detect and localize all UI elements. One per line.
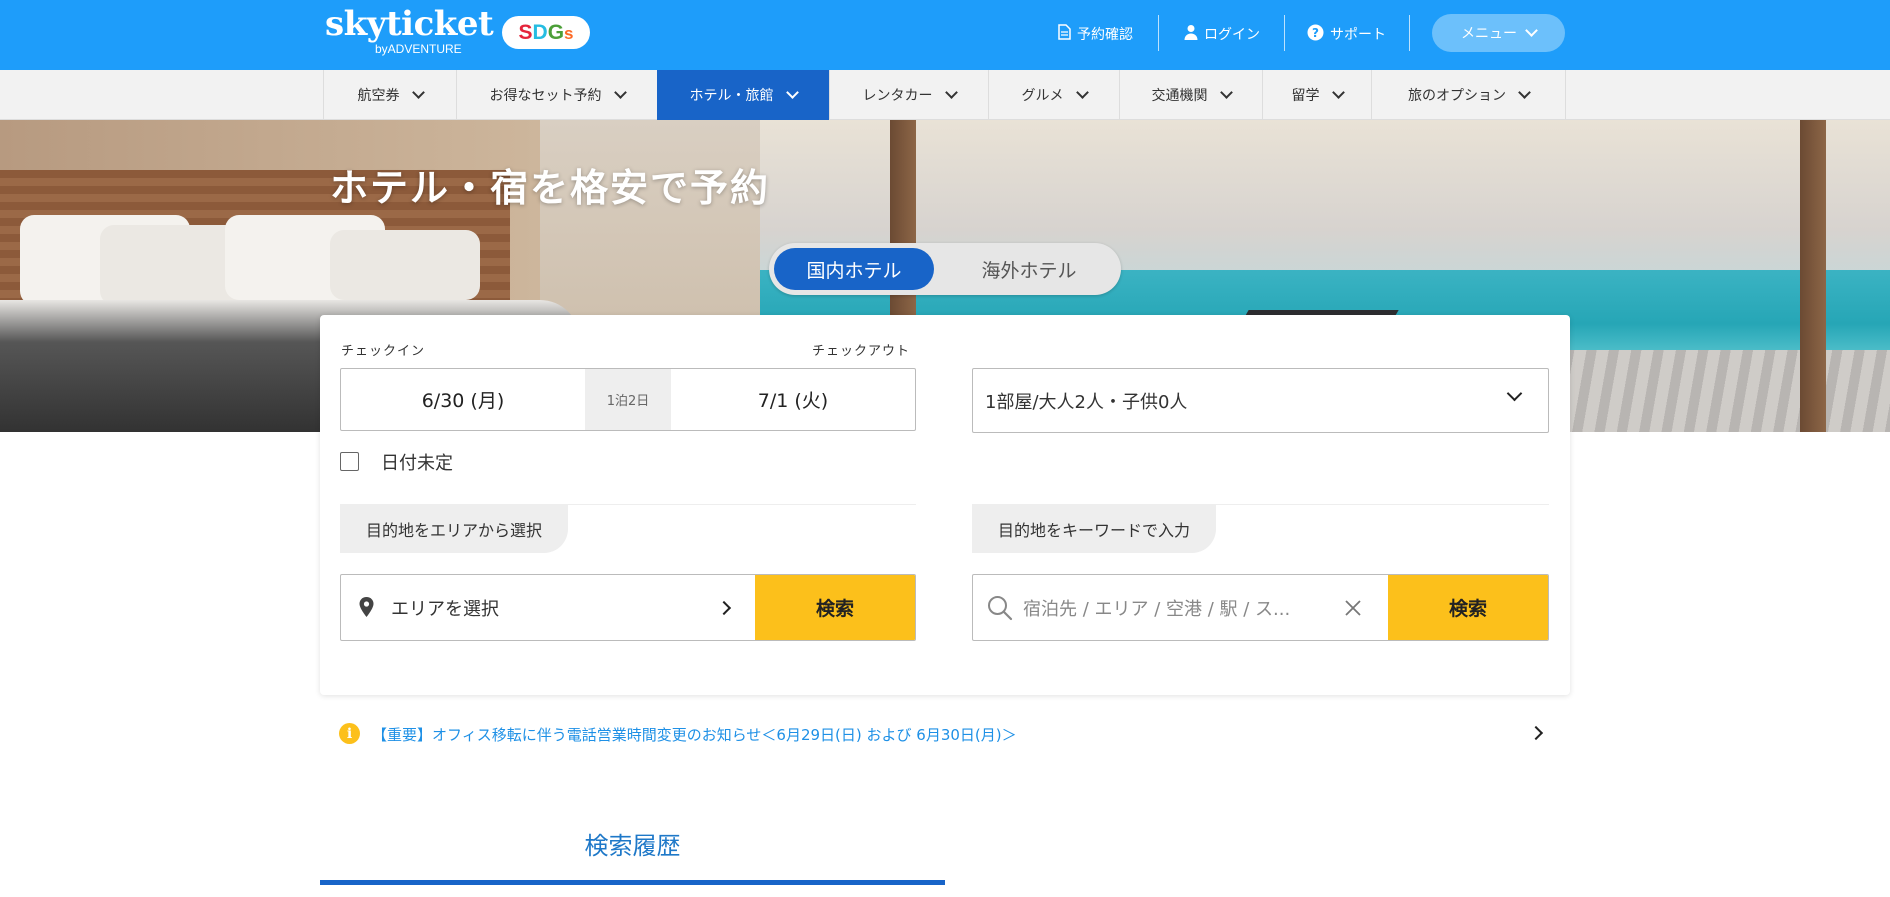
header-divider bbox=[1284, 15, 1285, 51]
hero-pillar bbox=[1800, 120, 1826, 432]
category-nav: 航空券 お得なセット予約 ホテル・旅館 レンタカー グルメ 交通機関 留学 旅の… bbox=[0, 70, 1890, 120]
checkout-label: チェックアウト bbox=[812, 344, 911, 359]
guest-room-selector[interactable]: 1部屋/大人2人・子供0人 bbox=[972, 368, 1549, 433]
user-icon bbox=[1184, 24, 1198, 44]
document-icon bbox=[1058, 24, 1071, 44]
nav-item-label: お得なセット予約 bbox=[489, 88, 602, 104]
nav-item-travel-options[interactable]: 旅のオプション bbox=[1371, 70, 1566, 120]
header-divider bbox=[1409, 15, 1410, 51]
sdgs-letter: G bbox=[547, 21, 565, 44]
nav-item-gourmet[interactable]: グルメ bbox=[988, 70, 1119, 120]
help-icon: ? bbox=[1307, 24, 1324, 45]
nav-item-set-booking[interactable]: お得なセット予約 bbox=[456, 70, 657, 120]
menu-label: メニュー bbox=[1461, 26, 1517, 42]
hero-pillow bbox=[330, 230, 480, 300]
chevron-down-icon bbox=[1525, 24, 1538, 37]
chevron-down-icon bbox=[411, 86, 425, 99]
keyword-search-input[interactable]: 宿泊先 / エリア / 空港 / 駅 / ス... bbox=[1023, 575, 1290, 640]
login-label: ログイン bbox=[1204, 27, 1260, 43]
search-card: チェックイン チェックアウト 6/30 (月) 1泊2日 7/1 (火) 1部屋… bbox=[320, 315, 1570, 695]
chevron-right-icon bbox=[716, 600, 732, 616]
area-search-button[interactable]: 検索 bbox=[755, 575, 915, 640]
chevron-down-icon bbox=[1331, 86, 1345, 99]
support-link[interactable]: ? サポート bbox=[1307, 22, 1386, 46]
sdgs-letter: s bbox=[564, 24, 574, 43]
tab-search-history[interactable]: 検索履歴 bbox=[320, 820, 945, 897]
hero-title: ホテル・宿を格安で予約 bbox=[330, 166, 771, 210]
nav-item-label: レンタカー bbox=[862, 88, 933, 104]
search-history-label: 検索履歴 bbox=[584, 832, 681, 860]
checkin-date[interactable]: 6/30 (月) bbox=[341, 369, 585, 430]
info-icon: i bbox=[339, 723, 360, 744]
nav-item-rentacar[interactable]: レンタカー bbox=[829, 70, 988, 120]
tab-keyword-input[interactable]: 目的地をキーワードで入力 bbox=[972, 505, 1217, 553]
nav-item-label: ホテル・旅館 bbox=[689, 88, 774, 104]
nav-item-transport[interactable]: 交通機関 bbox=[1119, 70, 1262, 120]
header-divider bbox=[1158, 15, 1159, 51]
nav-item-flights[interactable]: 航空券 bbox=[323, 70, 456, 120]
notice-text[interactable]: 【重要】オフィス移転に伴う電話営業時間変更のお知らせ＜6月29日(日) および … bbox=[372, 724, 1017, 745]
reservation-check-link[interactable]: 予約確認 bbox=[1058, 22, 1133, 46]
nav-item-label: 交通機関 bbox=[1151, 88, 1208, 104]
sdgs-letter: D bbox=[532, 21, 548, 44]
chevron-down-icon bbox=[785, 86, 799, 99]
nav-item-label: 旅のオプション bbox=[1408, 88, 1506, 104]
site-header: skyticket byADVENTURE SDGs 予約確認 ログイン ? サ… bbox=[0, 0, 1890, 70]
important-notice[interactable]: i 【重要】オフィス移転に伴う電話営業時間変更のお知らせ＜6月29日(日) およ… bbox=[339, 723, 1549, 745]
area-select-field[interactable]: エリアを選択 検索 bbox=[340, 574, 916, 641]
guest-room-value: 1部屋/大人2人・子供0人 bbox=[985, 391, 1188, 413]
chevron-down-icon bbox=[1219, 86, 1233, 99]
nav-item-label: グルメ bbox=[1021, 88, 1064, 104]
reservation-check-label: 予約確認 bbox=[1077, 27, 1133, 43]
chevron-down-icon bbox=[1518, 86, 1531, 99]
tab-domestic-hotels[interactable]: 国内ホテル bbox=[774, 248, 934, 290]
site-logo[interactable]: skyticket byADVENTURE bbox=[325, 4, 494, 56]
logo-sub-text: byADVENTURE bbox=[375, 42, 462, 56]
menu-button[interactable]: メニュー bbox=[1432, 14, 1565, 52]
date-range-picker[interactable]: 6/30 (月) 1泊2日 7/1 (火) bbox=[340, 368, 916, 431]
area-select-value: エリアを選択 bbox=[391, 598, 499, 620]
checkin-label: チェックイン bbox=[341, 344, 426, 359]
date-undecided-checkbox[interactable] bbox=[340, 452, 359, 471]
clear-icon[interactable] bbox=[1345, 600, 1361, 620]
nav-item-label: 留学 bbox=[1291, 88, 1320, 104]
keyword-search-field[interactable]: 宿泊先 / エリア / 空港 / 駅 / ス... 検索 bbox=[972, 574, 1549, 641]
checkout-date[interactable]: 7/1 (火) bbox=[671, 369, 915, 430]
support-label: サポート bbox=[1330, 27, 1386, 43]
location-pin-icon bbox=[359, 597, 374, 621]
date-undecided-label: 日付未定 bbox=[381, 453, 453, 474]
nav-item-hotels[interactable]: ホテル・旅館 bbox=[657, 70, 829, 120]
nav-item-label: 航空券 bbox=[357, 88, 400, 104]
chevron-down-icon bbox=[944, 86, 958, 99]
sdgs-badge[interactable]: SDGs bbox=[502, 16, 590, 49]
chevron-down-icon bbox=[1506, 385, 1523, 402]
svg-text:?: ? bbox=[1312, 26, 1319, 40]
logo-main-text: skyticket bbox=[325, 4, 494, 44]
login-link[interactable]: ログイン bbox=[1184, 22, 1260, 46]
chevron-down-icon bbox=[1075, 86, 1089, 99]
search-icon bbox=[987, 595, 1013, 625]
nav-item-study-abroad[interactable]: 留学 bbox=[1262, 70, 1371, 120]
tab-overseas-hotels[interactable]: 海外ホテル bbox=[949, 248, 1109, 290]
tab-area-select[interactable]: 目的地をエリアから選択 bbox=[340, 505, 569, 553]
active-tab-indicator bbox=[320, 880, 945, 885]
keyword-search-button[interactable]: 検索 bbox=[1388, 575, 1548, 640]
chevron-down-icon bbox=[613, 86, 627, 99]
sdgs-letter: S bbox=[518, 21, 533, 44]
nights-indicator: 1泊2日 bbox=[585, 369, 671, 430]
chevron-right-icon bbox=[1528, 725, 1544, 741]
hotel-type-toggle: 国内ホテル 海外ホテル bbox=[769, 243, 1121, 295]
